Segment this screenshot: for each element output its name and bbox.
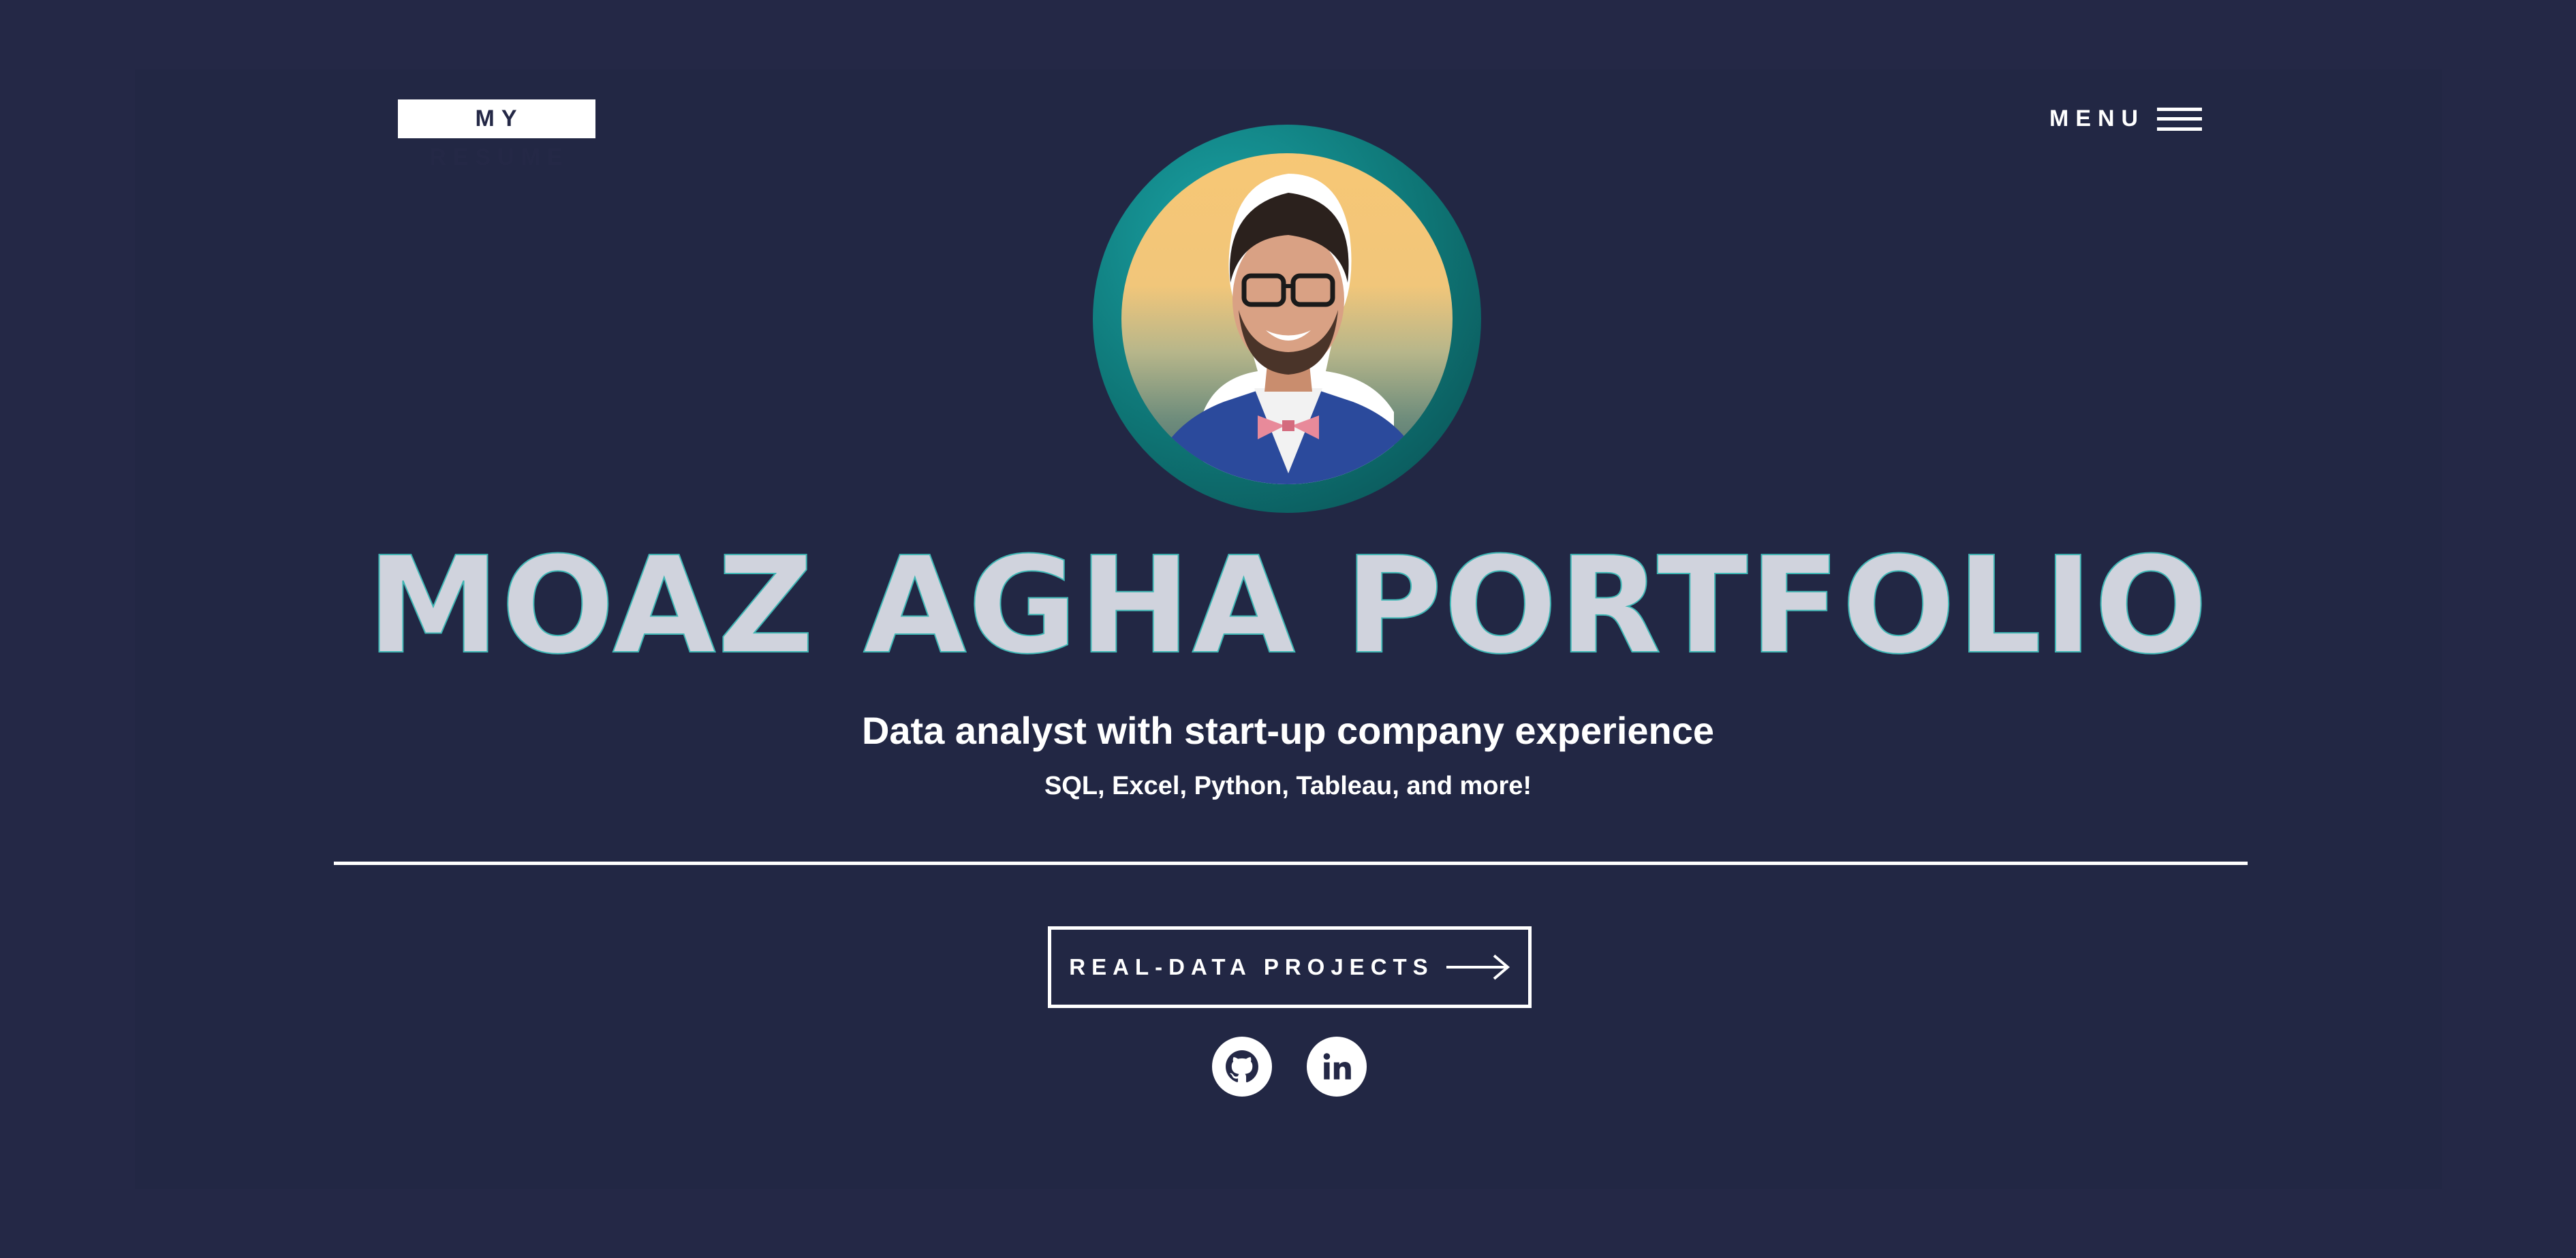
- arrow-right-icon: [1446, 954, 1510, 980]
- my-resume-button[interactable]: MY RESUME: [398, 99, 595, 170]
- avatar-photo: [1121, 153, 1453, 484]
- linkedin-icon: [1323, 1053, 1351, 1080]
- menu-button[interactable]: MENU: [2049, 99, 2203, 138]
- github-icon: [1226, 1050, 1258, 1083]
- menu-label: MENU: [2049, 106, 2145, 131]
- github-link[interactable]: [1212, 1037, 1272, 1097]
- page: MY RESUME MENU MOAZ AGHA PORTFOLIO Data …: [0, 0, 2576, 1258]
- page-title: MOAZ AGHA PORTFOLIO: [366, 529, 2209, 684]
- avatar: [1093, 125, 1481, 513]
- skills-text: SQL, Excel, Python, Tableau, and more!: [1044, 772, 1532, 800]
- projects-label: REAL-DATA PROJECTS: [1069, 954, 1434, 979]
- subtitle: Data analyst with start-up company exper…: [861, 709, 1715, 752]
- person-portrait: [1149, 174, 1428, 484]
- divider: [334, 862, 2248, 865]
- hamburger-icon: [2157, 107, 2203, 131]
- linkedin-link[interactable]: [1307, 1037, 1367, 1097]
- real-data-projects-button[interactable]: REAL-DATA PROJECTS: [1048, 926, 1532, 1008]
